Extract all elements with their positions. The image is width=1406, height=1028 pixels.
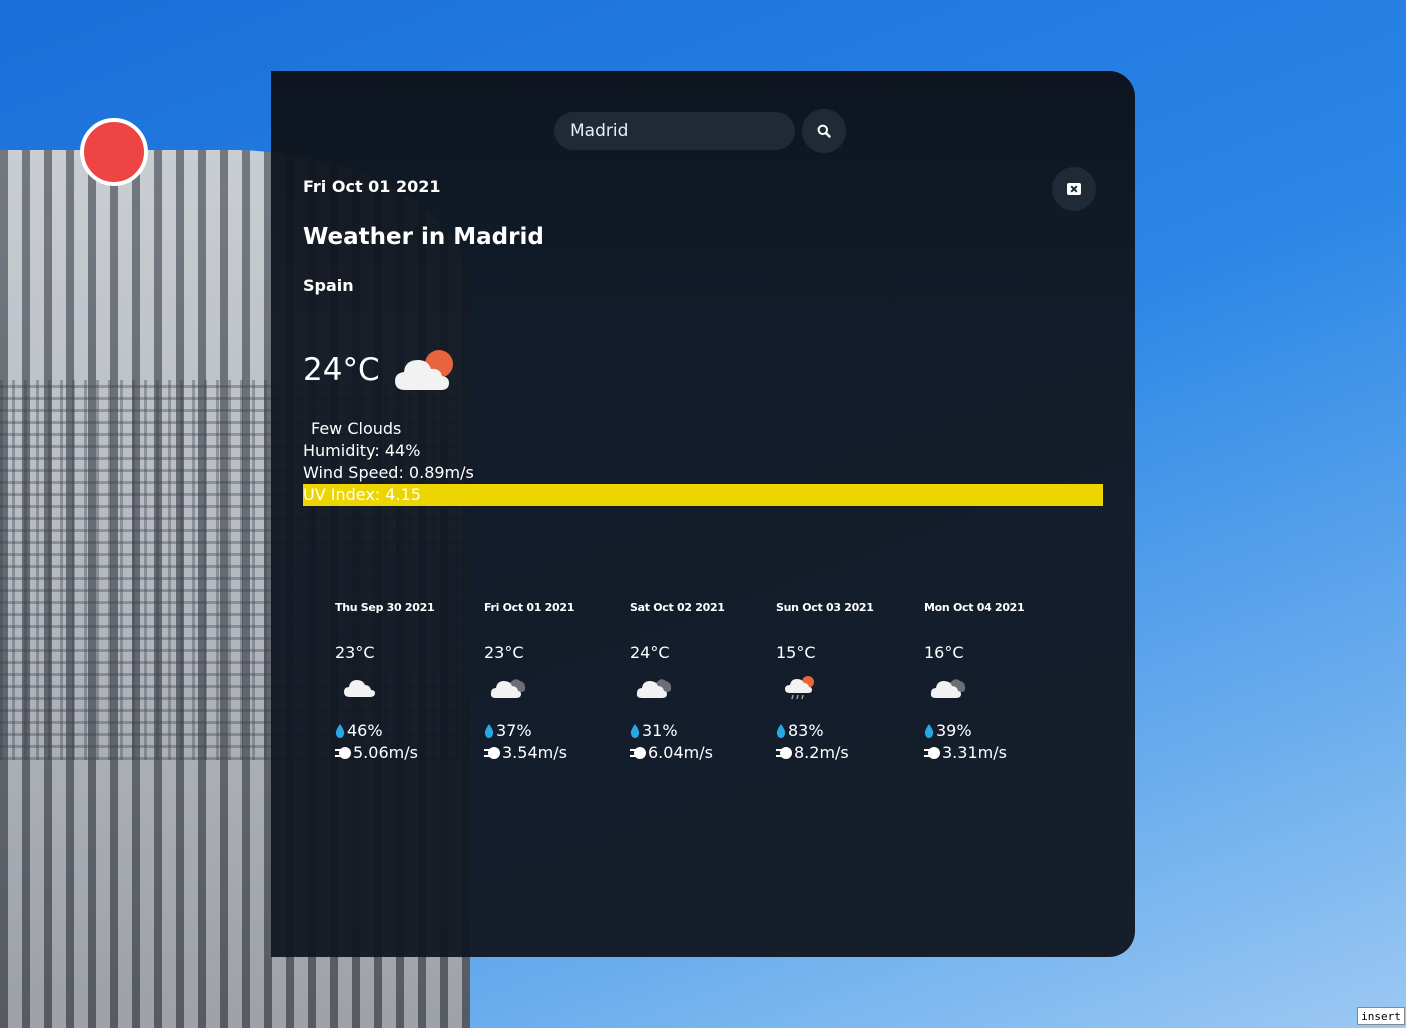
broken-clouds-icon bbox=[930, 679, 966, 698]
rain-sun-icon bbox=[785, 676, 814, 700]
forecast-day: Sun Oct 03 2021 15°C 83% 8.2m/s bbox=[776, 601, 906, 762]
forecast-day: Mon Oct 04 2021 16°C 39% 3.31m/s bbox=[924, 601, 1054, 762]
search-bar bbox=[554, 109, 846, 153]
current-date: Fri Oct 01 2021 bbox=[303, 177, 441, 196]
page-title: Weather in Madrid bbox=[303, 224, 544, 250]
wind-speed-text: Wind Speed: 0.89m/s bbox=[303, 463, 474, 482]
forecast-temp: 23°C bbox=[335, 643, 375, 662]
cloud-icon bbox=[344, 680, 375, 697]
forecast-humidity: 83% bbox=[776, 721, 824, 740]
forecast-humidity: 39% bbox=[924, 721, 972, 740]
forecast-temp: 24°C bbox=[630, 643, 670, 662]
forecast-date: Sun Oct 03 2021 bbox=[776, 601, 874, 614]
current-temperature: 24°C bbox=[303, 352, 380, 388]
current-details: Few Clouds Humidity: 44% Wind Speed: 0.8… bbox=[303, 418, 1103, 506]
forecast-humidity: 37% bbox=[484, 721, 532, 740]
close-button[interactable] bbox=[1052, 167, 1096, 211]
forecast-date: Sat Oct 02 2021 bbox=[630, 601, 725, 614]
wind-icon bbox=[776, 747, 792, 759]
forecast-date: Mon Oct 04 2021 bbox=[924, 601, 1025, 614]
broken-clouds-icon bbox=[636, 679, 672, 698]
forecast-temp: 15°C bbox=[776, 643, 816, 662]
forecast-date: Fri Oct 01 2021 bbox=[484, 601, 575, 614]
close-icon bbox=[1067, 183, 1081, 195]
forecast-humidity: 31% bbox=[630, 721, 678, 740]
forecast-day: Fri Oct 01 2021 23°C 37% 3.54m/s bbox=[484, 601, 614, 762]
forecast-temp: 16°C bbox=[924, 643, 964, 662]
humidity-drop-icon bbox=[924, 724, 934, 738]
wind-icon bbox=[924, 747, 940, 759]
search-button[interactable] bbox=[802, 109, 846, 153]
city-search-input[interactable] bbox=[554, 112, 795, 150]
broken-clouds-icon bbox=[490, 679, 526, 698]
forecast-day: Thu Sep 30 2021 23°C 46% 5.06m/s bbox=[335, 601, 465, 762]
weather-card: Fri Oct 01 2021 Weather in Madrid Spain … bbox=[271, 71, 1135, 957]
weather-description: Few Clouds bbox=[311, 419, 402, 438]
background-logo-decoration bbox=[80, 118, 148, 186]
few-clouds-day-icon bbox=[395, 350, 453, 390]
uv-index-bar: UV Index: 4.15 bbox=[303, 484, 1103, 506]
country-label: Spain bbox=[303, 276, 354, 295]
forecast-wind: 6.04m/s bbox=[630, 743, 713, 762]
forecast-humidity: 46% bbox=[335, 721, 383, 740]
humidity-text: Humidity: 44% bbox=[303, 441, 421, 460]
forecast-wind: 5.06m/s bbox=[335, 743, 418, 762]
wind-icon bbox=[335, 747, 351, 759]
humidity-drop-icon bbox=[776, 724, 786, 738]
humidity-drop-icon bbox=[335, 724, 345, 738]
wind-icon bbox=[630, 747, 646, 759]
forecast-date: Thu Sep 30 2021 bbox=[335, 601, 435, 614]
humidity-drop-icon bbox=[630, 724, 640, 738]
forecast-wind: 8.2m/s bbox=[776, 743, 849, 762]
forecast-day: Sat Oct 02 2021 24°C 31% 6.04m/s bbox=[630, 601, 760, 762]
forecast-wind: 3.31m/s bbox=[924, 743, 1007, 762]
search-icon bbox=[817, 124, 831, 138]
forecast-wind: 3.54m/s bbox=[484, 743, 567, 762]
humidity-drop-icon bbox=[484, 724, 494, 738]
insert-mode-indicator: insert bbox=[1357, 1007, 1405, 1025]
forecast-temp: 23°C bbox=[484, 643, 524, 662]
wind-icon bbox=[484, 747, 500, 759]
